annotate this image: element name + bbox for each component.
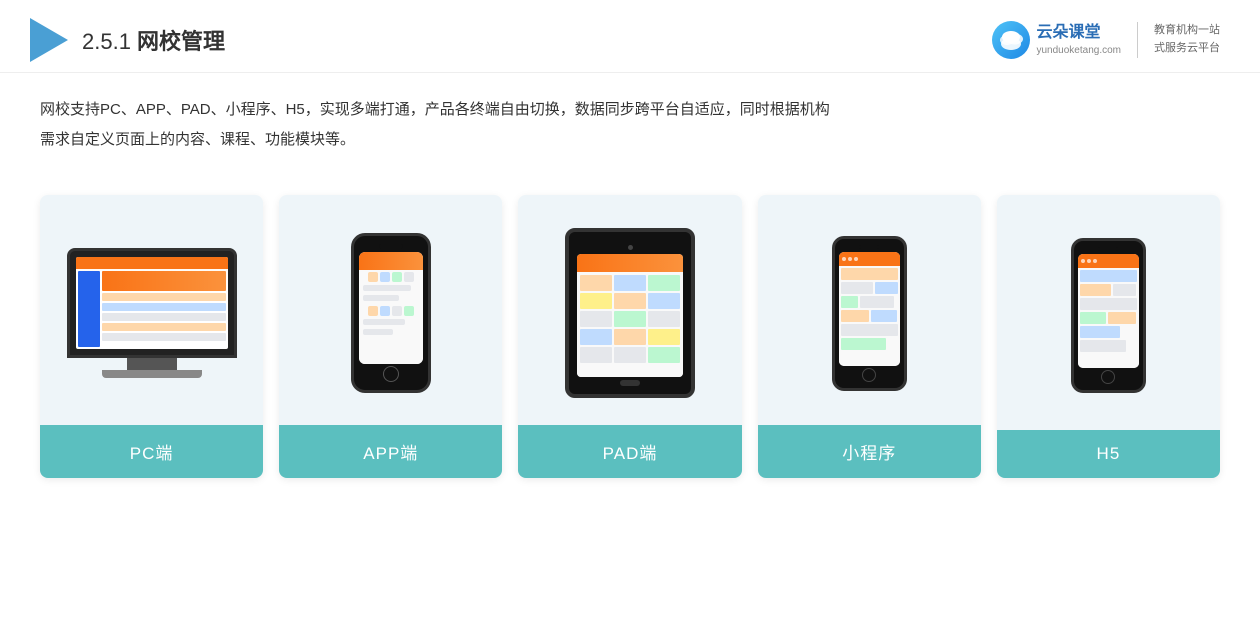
brand-divider bbox=[1137, 22, 1138, 58]
phone-sm-screen-h5 bbox=[1078, 254, 1139, 368]
page-title: 2.5.1 网校管理 bbox=[82, 24, 225, 56]
brand-icon bbox=[992, 21, 1030, 59]
header-right: 云朵课堂 yunduoketang.com 教育机构一站 式服务云平台 bbox=[992, 21, 1220, 59]
card-miniprogram: 小程序 bbox=[758, 195, 981, 478]
brand-website: yunduoketang.com bbox=[1036, 44, 1121, 58]
phone-screen bbox=[359, 252, 423, 364]
phone-sm-home-btn bbox=[862, 368, 876, 382]
card-pc-label: PC端 bbox=[40, 425, 263, 478]
logo-triangle-icon bbox=[30, 18, 68, 62]
header-left: 2.5.1 网校管理 bbox=[30, 18, 225, 62]
card-pad: PAD端 bbox=[518, 195, 741, 478]
pc-screen bbox=[76, 257, 228, 349]
phone-sm-notch bbox=[859, 245, 879, 249]
description: 网校支持PC、APP、PAD、小程序、H5，实现多端打通，产品各终端自由切换，数… bbox=[0, 73, 1260, 165]
device-pc bbox=[62, 248, 242, 378]
page-title-text: 网校管理 bbox=[137, 29, 225, 54]
card-h5-image bbox=[997, 195, 1220, 430]
card-app: APP端 bbox=[279, 195, 502, 478]
phone-sm-notch-h5 bbox=[1098, 247, 1118, 251]
card-pad-label: PAD端 bbox=[518, 425, 741, 478]
description-line1: 网校支持PC、APP、PAD、小程序、H5，实现多端打通，产品各终端自由切换，数… bbox=[40, 95, 1220, 125]
device-pad bbox=[565, 228, 695, 398]
card-h5: H5 bbox=[997, 195, 1220, 478]
description-line2: 需求自定义页面上的内容、课程、功能模块等。 bbox=[40, 125, 1220, 155]
phone-sm-home-btn-h5 bbox=[1101, 370, 1115, 384]
cards-container: PC端 bbox=[0, 175, 1260, 498]
page: 2.5.1 网校管理 云朵课堂 yunduoketang.com bbox=[0, 0, 1260, 630]
pc-monitor bbox=[67, 248, 237, 358]
phone-notch bbox=[379, 244, 403, 249]
brand-name: 云朵课堂 bbox=[1036, 22, 1121, 44]
pad-home-btn bbox=[620, 380, 640, 386]
phone-screen-content bbox=[359, 270, 423, 364]
pad-screen bbox=[577, 254, 683, 377]
brand-logo: 云朵课堂 yunduoketang.com bbox=[992, 21, 1121, 59]
brand-slogan-line2: 式服务云平台 bbox=[1154, 40, 1220, 58]
phone-sm-screen bbox=[839, 252, 900, 366]
brand-name-block: 云朵课堂 yunduoketang.com bbox=[1036, 22, 1121, 58]
brand-slogan-line1: 教育机构一站 bbox=[1154, 22, 1220, 40]
card-app-image bbox=[279, 195, 502, 425]
phone-home-btn bbox=[383, 366, 399, 382]
card-miniprogram-image bbox=[758, 195, 981, 425]
device-miniprogram-phone bbox=[832, 236, 907, 391]
brand-slogan: 教育机构一站 式服务云平台 bbox=[1154, 22, 1220, 57]
header: 2.5.1 网校管理 云朵课堂 yunduoketang.com bbox=[0, 0, 1260, 73]
card-pc: PC端 bbox=[40, 195, 263, 478]
device-h5-phone bbox=[1071, 238, 1146, 393]
card-h5-label: H5 bbox=[997, 430, 1220, 478]
card-app-label: APP端 bbox=[279, 425, 502, 478]
phone-screen-top bbox=[359, 252, 423, 270]
card-miniprogram-label: 小程序 bbox=[758, 425, 981, 478]
card-pc-image bbox=[40, 195, 263, 425]
card-pad-image bbox=[518, 195, 741, 425]
device-app-phone bbox=[351, 233, 431, 393]
